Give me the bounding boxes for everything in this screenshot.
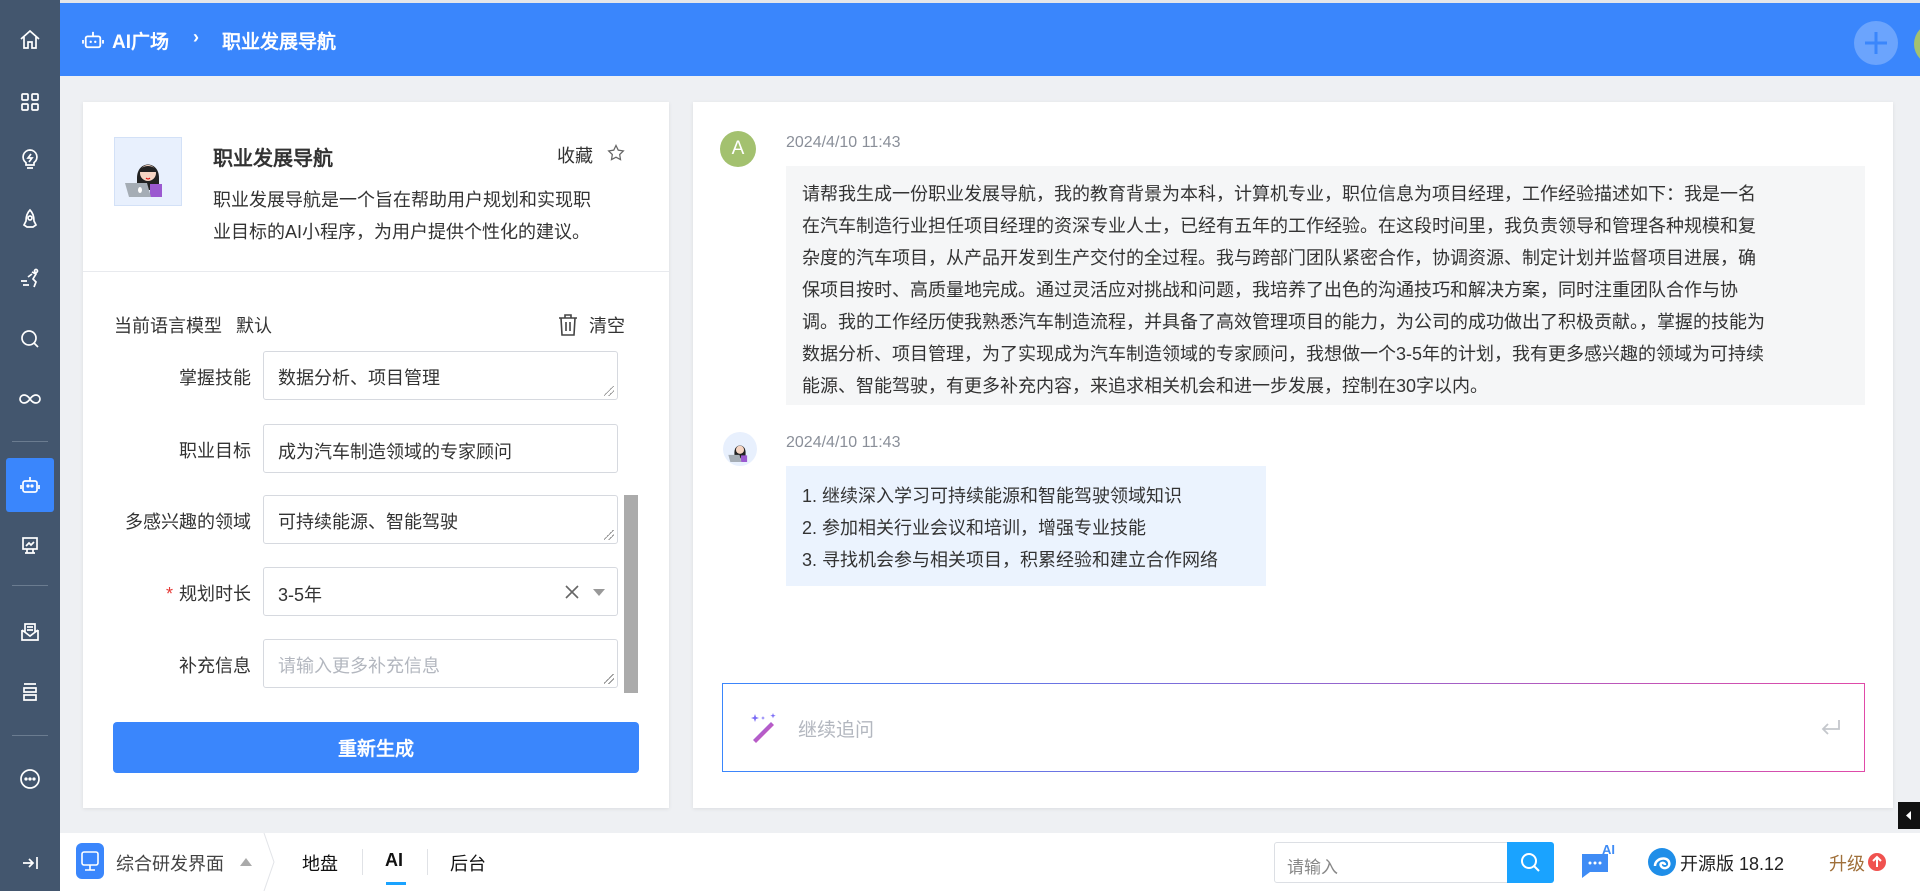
extra-textarea[interactable]: 请输入更多补充信息 [263, 639, 618, 688]
app-title: 职业发展导航 [213, 148, 333, 170]
interests-value: 可持续能源、智能驾驶 [278, 512, 458, 532]
required-mark: * [165, 584, 173, 604]
upgrade-arrow-icon[interactable] [1867, 852, 1887, 872]
extra-placeholder: 请输入更多补充信息 [278, 656, 440, 676]
assistant-avatar [723, 432, 757, 466]
favorite-button[interactable]: 收藏 [557, 142, 593, 168]
duration-label: 规划时长 [179, 584, 251, 604]
duration-value: 3-5年 [278, 585, 323, 605]
search-icon [1521, 853, 1540, 872]
global-search-input[interactable]: 请输入 [1274, 842, 1508, 883]
message-line: 杂度的汽车项目，从产品开发到生产交付的全过程。我与跨部门团队紧密合作，协调资源、… [802, 248, 1756, 268]
skills-textarea[interactable]: 数据分析、项目管理 [263, 351, 618, 400]
message-line: 调。我的工作经历使我熟悉汽车制造流程，并具备了高效管理项目的能力，为公司的成功做… [802, 312, 1765, 332]
skills-label: 掌握技能 [179, 368, 251, 388]
tab-separator [362, 849, 363, 875]
app-switcher-icon[interactable] [76, 843, 104, 879]
active-tab-indicator [386, 882, 406, 885]
scrollbar-thumb[interactable] [624, 495, 638, 693]
caret-up-icon[interactable] [240, 858, 252, 866]
goal-input[interactable]: 成为汽车制造领域的专家顾问 [263, 424, 618, 473]
chevron-divider [263, 833, 275, 891]
layers-icon[interactable] [0, 672, 60, 712]
brand-logo-icon [1648, 848, 1676, 876]
duration-select[interactable]: 3-5年 [263, 567, 618, 616]
message-line: 1. 继续深入学习可持续能源和智能驾驶领域知识 [802, 486, 1183, 506]
expand-panel-button[interactable] [1898, 802, 1920, 829]
enter-icon[interactable] [1820, 718, 1842, 738]
upgrade-link[interactable]: 升级 [1829, 850, 1865, 876]
message-line: 数据分析、项目管理，为了实现成为汽车制造领域的专家顾问，我想做一个3-5年的计划… [802, 344, 1765, 364]
search-button[interactable] [1507, 842, 1554, 883]
goal-value: 成为汽车制造领域的专家顾问 [278, 442, 512, 462]
mail-doc-icon[interactable] [0, 612, 60, 652]
goal-label: 职业目标 [179, 441, 251, 461]
add-button[interactable] [1854, 21, 1898, 65]
breadcrumb-separator-icon: › [193, 27, 199, 47]
trash-icon[interactable] [557, 313, 579, 337]
model-value: 默认 [236, 316, 272, 336]
message-line: 保项目按时、高质量地完成。通过灵活应对挑战和问题，我培养了出色的沟通技巧和解决方… [802, 280, 1738, 300]
user-avatar[interactable]: A [1914, 23, 1920, 65]
extra-label: 补充信息 [179, 656, 251, 676]
app-switcher-label[interactable]: 综合研发界面 [116, 850, 224, 876]
app-config-panel: 职业发展导航 收藏 职业发展导航是一个旨在帮助用户规划和实现职 业目标的AI小程… [83, 102, 669, 808]
home-icon[interactable] [0, 20, 60, 60]
chat-panel: A 2024/4/10 11:43 请帮我生成一份职业发展导航，我的教育背景为本… [693, 102, 1893, 808]
plus-icon [1865, 32, 1887, 54]
interests-textarea[interactable]: 可持续能源、智能驾驶 [263, 495, 618, 544]
user-message-bubble: 请帮我生成一份职业发展导航，我的教育背景为本科，计算机专业，职位信息为项目经理，… [786, 166, 1865, 405]
message-timestamp: 2024/4/10 11:43 [786, 434, 901, 451]
grid-icon[interactable] [0, 82, 60, 122]
clear-button[interactable]: 清空 [589, 312, 625, 338]
tab-separator [427, 849, 428, 875]
caret-left-icon [1906, 811, 1911, 820]
tab-dipan[interactable]: 地盘 [302, 850, 338, 876]
sidebar-divider [12, 735, 48, 736]
regenerate-button[interactable]: 重新生成 [113, 722, 639, 773]
search-placeholder: 请输入 [1287, 858, 1338, 877]
collapse-sidebar-icon[interactable] [0, 843, 60, 883]
message-line: 能源、智能驾驶，有更多补充内容，来追求相关机会和进一步发展，控制在30字以内。 [802, 376, 1489, 396]
tab-ai[interactable]: AI [385, 850, 403, 871]
interests-label: 多感兴趣的领域 [125, 512, 251, 532]
message-line: 在汽车制造行业担任项目经理的资深专业人士，已经有五年的工作经验。在这段时间里，我… [802, 216, 1756, 236]
ai-chat-button[interactable]: AI [1580, 842, 1616, 878]
star-icon[interactable] [606, 143, 626, 163]
app-avatar [114, 137, 182, 206]
model-label: 当前语言模型 [114, 316, 222, 336]
message-timestamp: 2024/4/10 11:43 [786, 134, 901, 151]
follow-up-placeholder: 继续追问 [798, 720, 875, 741]
user-message-avatar: A [720, 131, 756, 167]
sidebar-divider [12, 585, 48, 586]
assistant-message-bubble: 1. 继续深入学习可持续能源和智能驾驶领域知识 2. 参加相关行业会议和培训，增… [786, 466, 1266, 586]
magic-wand-icon [751, 713, 776, 743]
divider [83, 271, 669, 272]
header: AI广场 › 职业发展导航 A [60, 3, 1920, 76]
breadcrumb-current: 职业发展导航 [222, 32, 337, 53]
chevron-down-icon[interactable] [593, 589, 605, 596]
robot-icon [82, 31, 104, 49]
message-line: 请帮我生成一份职业发展导航，我的教育背景为本科，计算机专业，职位信息为项目经理，… [802, 184, 1756, 204]
ai-badge: AI [1602, 842, 1615, 857]
edition-label: 开源版 18.12 [1680, 854, 1785, 874]
skills-value: 数据分析、项目管理 [278, 368, 440, 388]
tab-houtai[interactable]: 后台 [450, 850, 486, 876]
more-icon[interactable] [0, 759, 60, 799]
sidebar-divider [12, 441, 48, 442]
search-icon[interactable] [0, 319, 60, 359]
message-line: 3. 寻找机会参与相关项目，积累经验和建立合作网络 [802, 550, 1219, 570]
app-description-line: 业目标的AI小程序，为用户提供个性化的建议。 [213, 222, 591, 242]
sprint-icon[interactable] [0, 259, 60, 299]
clear-selection-icon[interactable] [565, 585, 579, 599]
follow-up-input[interactable]: 继续追问 [722, 683, 1865, 772]
bottom-bar: 综合研发界面 地盘 AI 后台 请输入 AI 开源版 18.12 升级 [60, 833, 1920, 891]
rocket-icon[interactable] [0, 200, 60, 240]
app-description-line: 职业发展导航是一个旨在帮助用户规划和实现职 [213, 190, 591, 210]
breadcrumb-ai-square[interactable]: AI广场 [112, 27, 169, 54]
lightbulb-icon[interactable] [0, 139, 60, 179]
message-line: 2. 参加相关行业会议和培训，增强专业技能 [802, 518, 1147, 538]
robot-icon[interactable] [0, 465, 60, 505]
